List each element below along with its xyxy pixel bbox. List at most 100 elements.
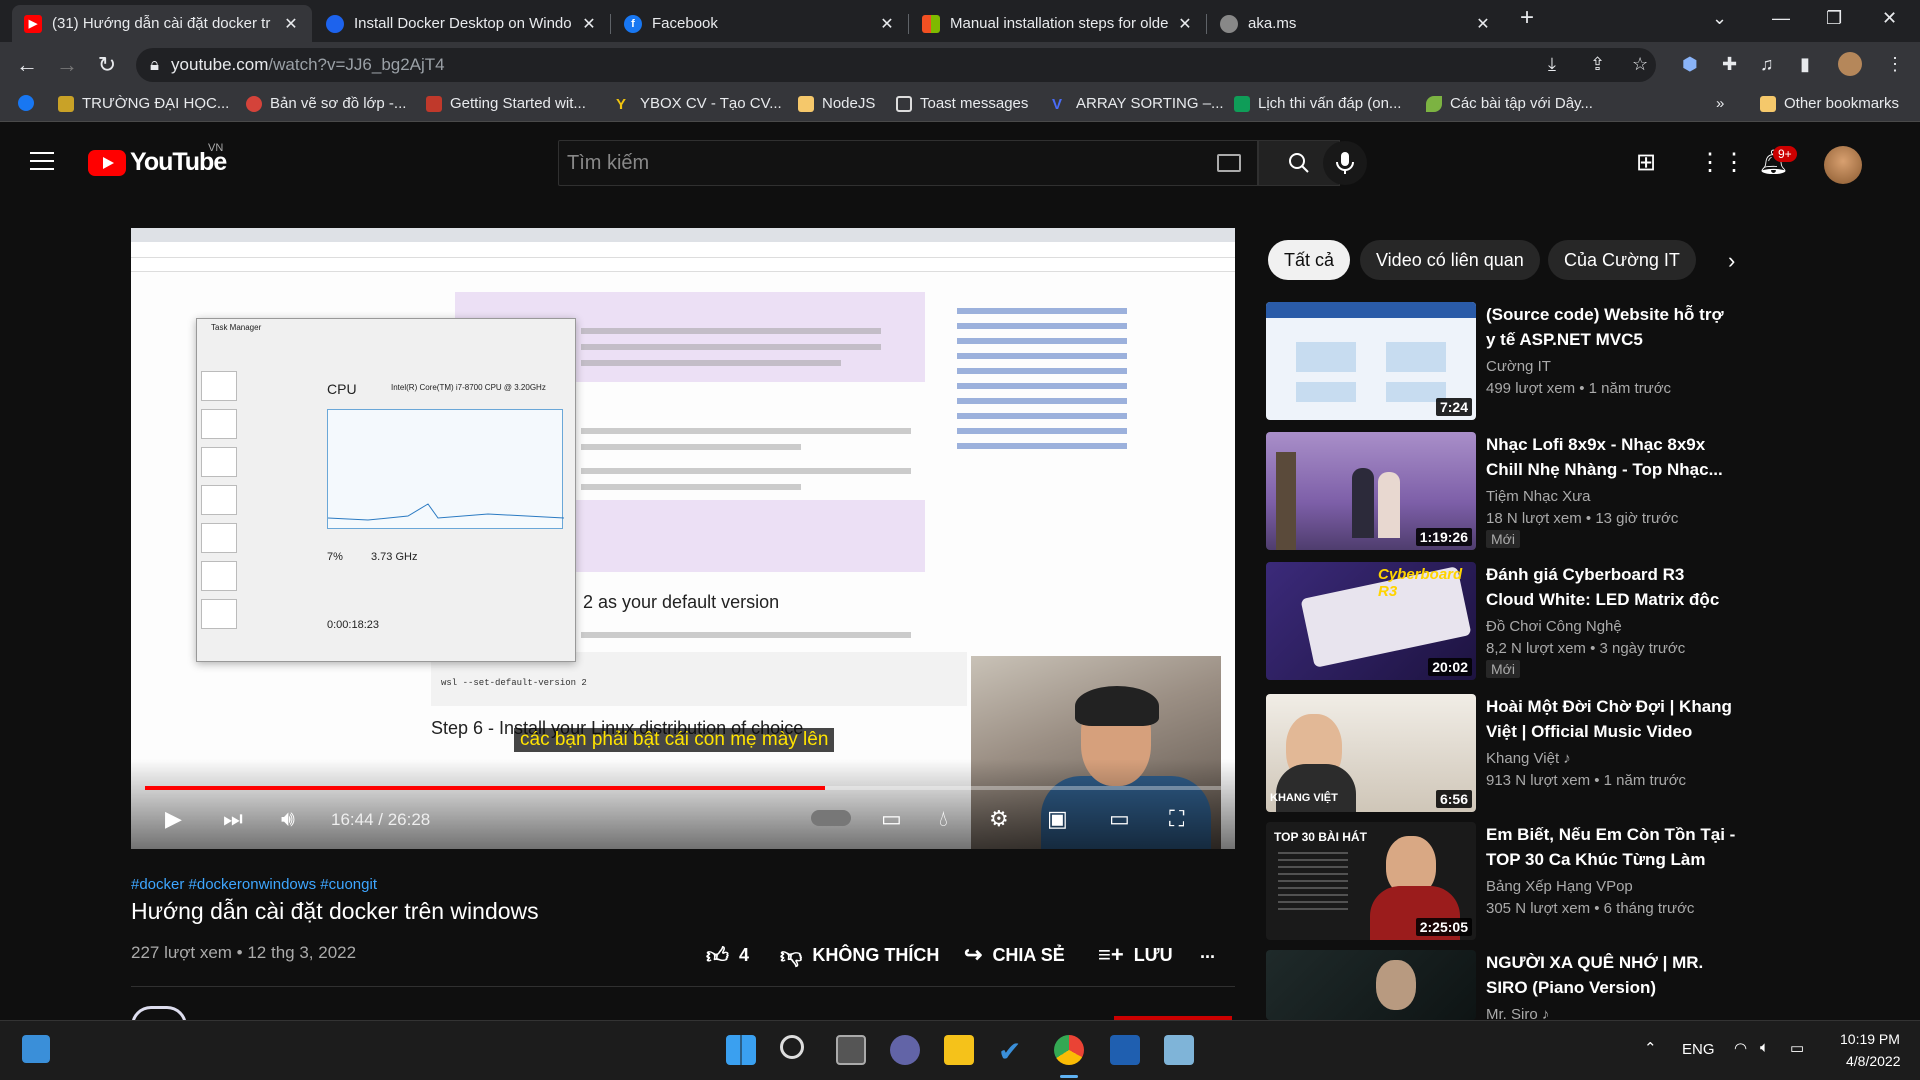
more-actions-button[interactable]: ...	[1200, 942, 1215, 963]
bookmark-item[interactable]: Lịch thi vấn đáp (on...	[1234, 95, 1401, 112]
todo-icon[interactable]: ✔	[998, 1035, 1028, 1067]
video-thumbnail[interactable]: 7:24	[1266, 302, 1476, 420]
windows-start-icon[interactable]	[726, 1035, 756, 1065]
minimize-icon[interactable]: —	[1772, 8, 1790, 29]
play-icon[interactable]: ▶	[165, 806, 182, 832]
voice-search-button[interactable]	[1322, 140, 1368, 186]
video-thumbnail[interactable]: KHANG VIỆT 6:56	[1266, 694, 1476, 812]
chevron-down-icon[interactable]: ⌄	[1712, 8, 1727, 29]
close-icon[interactable]: ✕	[1474, 14, 1492, 34]
file-explorer-icon[interactable]	[944, 1035, 974, 1065]
bookmarks-overflow[interactable]: »	[1716, 95, 1724, 112]
autoplay-toggle-icon[interactable]	[811, 810, 851, 826]
address-bar[interactable]: 🔒︎ youtube.com/watch?v=JJ6_bg2AjT4	[136, 48, 1656, 82]
install-icon[interactable]: ⤓	[1548, 54, 1556, 75]
other-bookmarks[interactable]: Other bookmarks	[1760, 95, 1899, 112]
battery-icon[interactable]: ▭	[1790, 1039, 1804, 1057]
close-window-icon[interactable]: ✕	[1882, 8, 1897, 29]
chip-channel[interactable]: Của Cường IT	[1548, 240, 1696, 280]
sidepanel-icon[interactable]: ▮	[1800, 54, 1810, 75]
ambient-drop-icon[interactable]: 💧︎	[939, 806, 948, 832]
bookmark-item[interactable]: Y YBOX CV - Tạo CV...	[616, 95, 782, 113]
maximize-icon[interactable]: ❐	[1826, 8, 1842, 29]
bookmark-item[interactable]: Bản vẽ sơ đồ lớp -...	[246, 95, 406, 112]
chip-related[interactable]: Video có liên quan	[1360, 240, 1540, 280]
related-video[interactable]: 7:24 (Source code) Website hỗ trợ y tế A…	[1266, 302, 1736, 420]
chevron-right-icon[interactable]: ›	[1728, 248, 1735, 274]
close-icon[interactable]: ✕	[282, 14, 300, 34]
chip-all[interactable]: Tất cả	[1268, 240, 1351, 280]
language-indicator[interactable]: ENG	[1682, 1041, 1715, 1058]
bookmark-item[interactable]: Getting Started wit...	[426, 95, 586, 112]
video-thumbnail[interactable]: Cyberboard R3 20:02	[1266, 562, 1476, 680]
dislike-button[interactable]: 👎︎ KHÔNG THÍCH	[780, 942, 939, 969]
bookmark-item[interactable]: Toast messages	[896, 95, 1028, 112]
tab-docker-docs[interactable]: Install Docker Desktop on Windo ✕	[314, 5, 610, 42]
miniplayer-icon[interactable]: ▣	[1047, 806, 1068, 832]
share-button[interactable]: ↪ CHIA SẺ	[964, 942, 1065, 968]
video-player[interactable]: 2 as your default version wsl --set-defa…	[131, 228, 1235, 849]
chevron-up-icon[interactable]: ⌃	[1644, 1039, 1657, 1057]
search-input[interactable]: Tìm kiếm	[558, 140, 1258, 186]
tab-akams[interactable]: aka.ms ✕	[1208, 5, 1504, 42]
apps-grid-icon[interactable]: ⋮⋮	[1698, 148, 1746, 177]
volume-icon[interactable]: 🔊︎	[281, 806, 295, 832]
tab-facebook[interactable]: f Facebook ✕	[612, 5, 908, 42]
tab-microsoft[interactable]: Manual installation steps for olde ✕	[910, 5, 1206, 42]
settings-gear-icon[interactable]: ⚙	[989, 806, 1009, 832]
hamburger-menu-icon[interactable]	[30, 152, 54, 172]
photos-icon[interactable]	[1164, 1035, 1194, 1065]
bookmark-facebook[interactable]	[18, 95, 42, 111]
tab-youtube[interactable]: ▶ (31) Hướng dẫn cài đặt docker tr ✕	[12, 5, 312, 42]
save-button[interactable]: ≡+ LƯU	[1098, 942, 1173, 968]
youtube-logo[interactable]: YouTube VN	[88, 142, 227, 177]
video-hashtags[interactable]: #docker #dockeronwindows #cuongit	[131, 876, 377, 893]
close-icon[interactable]: ✕	[878, 14, 896, 34]
next-icon[interactable]: ⏭	[223, 806, 243, 832]
reload-icon[interactable]: ↻	[94, 52, 120, 78]
chrome-icon[interactable]	[1054, 1035, 1084, 1065]
user-avatar[interactable]	[1824, 146, 1862, 184]
related-video[interactable]: TOP 30 BÀI HÁT 2:25:05 Em Biết, Nếu Em C…	[1266, 822, 1736, 940]
bookmark-item[interactable]: V ARRAY SORTING –...	[1052, 95, 1224, 113]
back-icon[interactable]: ←	[14, 52, 40, 78]
video-thumbnail[interactable]	[1266, 950, 1476, 1020]
bookmark-item[interactable]: Các bài tập với Dây...	[1426, 95, 1593, 112]
teams-chat-icon[interactable]	[890, 1035, 920, 1065]
related-video[interactable]: NGƯỜI XA QUÊ NHỚ | MR. SIRO (Piano Versi…	[1266, 950, 1736, 1020]
fullscreen-icon[interactable]: ⛶	[1169, 806, 1184, 832]
forward-icon[interactable]: →	[54, 52, 80, 78]
desktop-switch-icon[interactable]	[22, 1035, 50, 1063]
keyboard-icon[interactable]	[1217, 154, 1241, 172]
related-video[interactable]: Cyberboard R3 20:02 Đánh giá Cyberboard …	[1266, 562, 1736, 680]
create-video-icon[interactable]: ⊞	[1636, 148, 1656, 177]
profile-avatar[interactable]	[1838, 52, 1862, 76]
bookmark-item[interactable]: TRƯỜNG ĐẠI HỌC...	[58, 95, 229, 112]
star-icon[interactable]: ☆	[1632, 54, 1648, 75]
extensions-icon[interactable]: ✚	[1722, 54, 1737, 75]
theater-mode-icon[interactable]: ▭	[1109, 806, 1130, 832]
volume-icon[interactable]: 🔈︎	[1760, 1039, 1769, 1056]
extension-shield-icon[interactable]: ⬢	[1682, 54, 1698, 75]
clock-time[interactable]: 10:19 PM	[1840, 1031, 1900, 1047]
search-icon[interactable]	[780, 1035, 804, 1059]
related-video[interactable]: KHANG VIỆT 6:56 Hoài Một Đời Chờ Đợi | K…	[1266, 694, 1736, 812]
bookmark-item[interactable]: NodeJS	[798, 95, 875, 112]
video-thumbnail[interactable]: 1:19:26	[1266, 432, 1476, 550]
close-icon[interactable]: ✕	[1176, 14, 1194, 34]
media-icon[interactable]: ♫	[1760, 54, 1774, 75]
related-video[interactable]: 1:19:26 Nhạc Lofi 8x9x - Nhạc 8x9x Chill…	[1266, 432, 1736, 550]
lock-icon[interactable]: 🔒︎	[150, 55, 159, 75]
menu-kebab-icon[interactable]: ⋮	[1886, 54, 1904, 75]
task-view-icon[interactable]	[836, 1035, 866, 1065]
share-icon[interactable]: ⇪	[1590, 54, 1605, 75]
subtitles-icon[interactable]: ▭	[881, 806, 902, 832]
wifi-icon[interactable]: ◠	[1734, 1039, 1747, 1057]
like-button[interactable]: 👍︎ 4	[706, 942, 749, 969]
clock-date[interactable]: 4/8/2022	[1846, 1053, 1901, 1069]
new-tab-icon[interactable]: +	[1520, 4, 1534, 32]
close-icon[interactable]: ✕	[580, 14, 598, 34]
progress-bar[interactable]	[145, 786, 1221, 790]
powershell-icon[interactable]	[1110, 1035, 1140, 1065]
video-thumbnail[interactable]: TOP 30 BÀI HÁT 2:25:05	[1266, 822, 1476, 940]
